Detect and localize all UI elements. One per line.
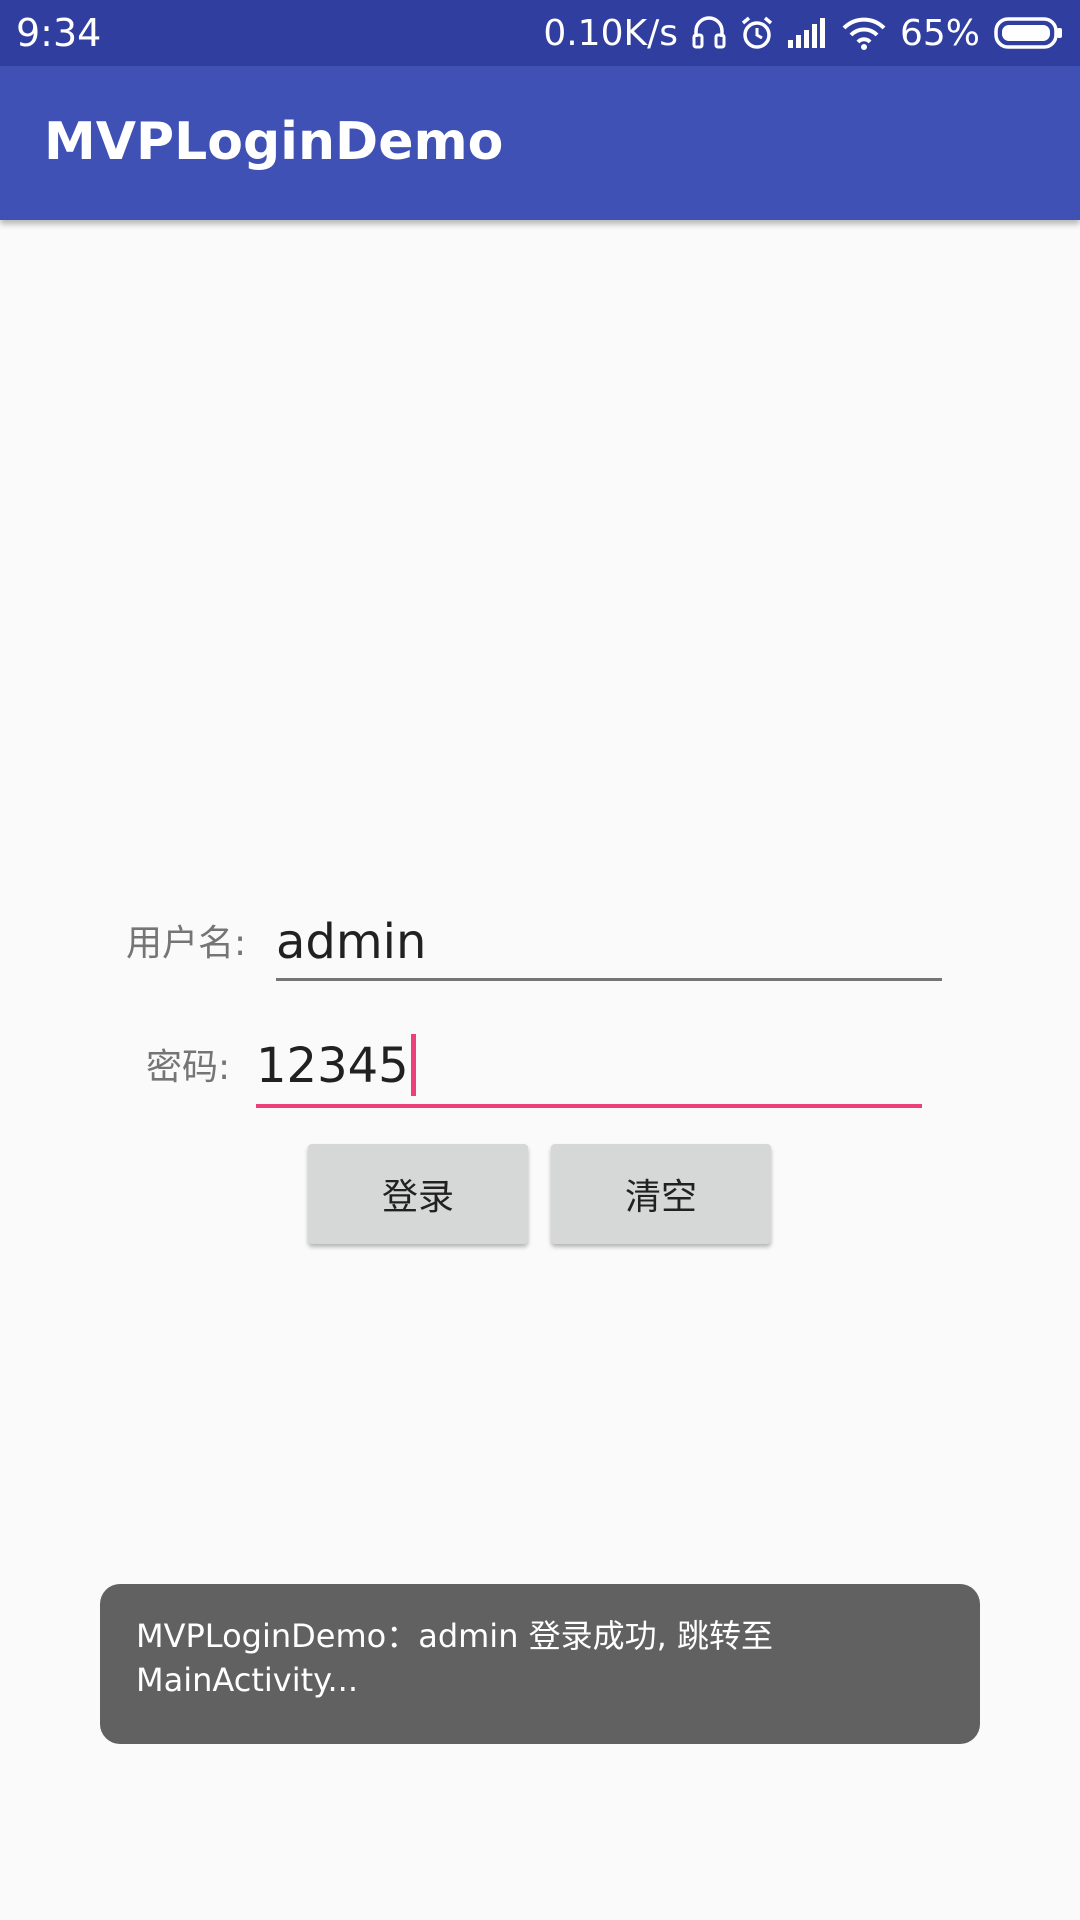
headset-icon (692, 15, 726, 51)
username-label: 用户名: (126, 923, 247, 964)
wifi-icon (842, 16, 886, 50)
battery-icon (994, 16, 1064, 50)
password-value: 12345 (256, 1038, 409, 1094)
status-indicators: 0.10K/s 65% (543, 10, 1064, 56)
app-bar: MVPLoginDemo (0, 66, 1080, 220)
password-underline (256, 1104, 922, 1108)
password-input[interactable]: 12345 (256, 1034, 416, 1100)
status-time: 9:34 (16, 11, 102, 55)
text-cursor (410, 1034, 416, 1096)
clear-button[interactable]: 清空 (551, 1144, 771, 1244)
toast-text: MVPLoginDemo：admin 登录成功, 跳转至 MainActivit… (136, 1617, 773, 1699)
status-bar: 9:34 0.10K/s 65% (0, 0, 1080, 66)
battery-level: 65% (899, 12, 980, 54)
signal-icon (787, 18, 828, 48)
network-speed: 0.10K/s (543, 12, 678, 54)
login-button[interactable]: 登录 (308, 1144, 528, 1244)
password-label: 密码: (146, 1047, 231, 1088)
username-underline (276, 978, 942, 981)
alarm-icon (740, 15, 774, 51)
username-input[interactable]: admin (276, 912, 426, 972)
toast-message: MVPLoginDemo：admin 登录成功, 跳转至 MainActivit… (100, 1584, 980, 1744)
app-title: MVPLoginDemo (44, 112, 504, 172)
